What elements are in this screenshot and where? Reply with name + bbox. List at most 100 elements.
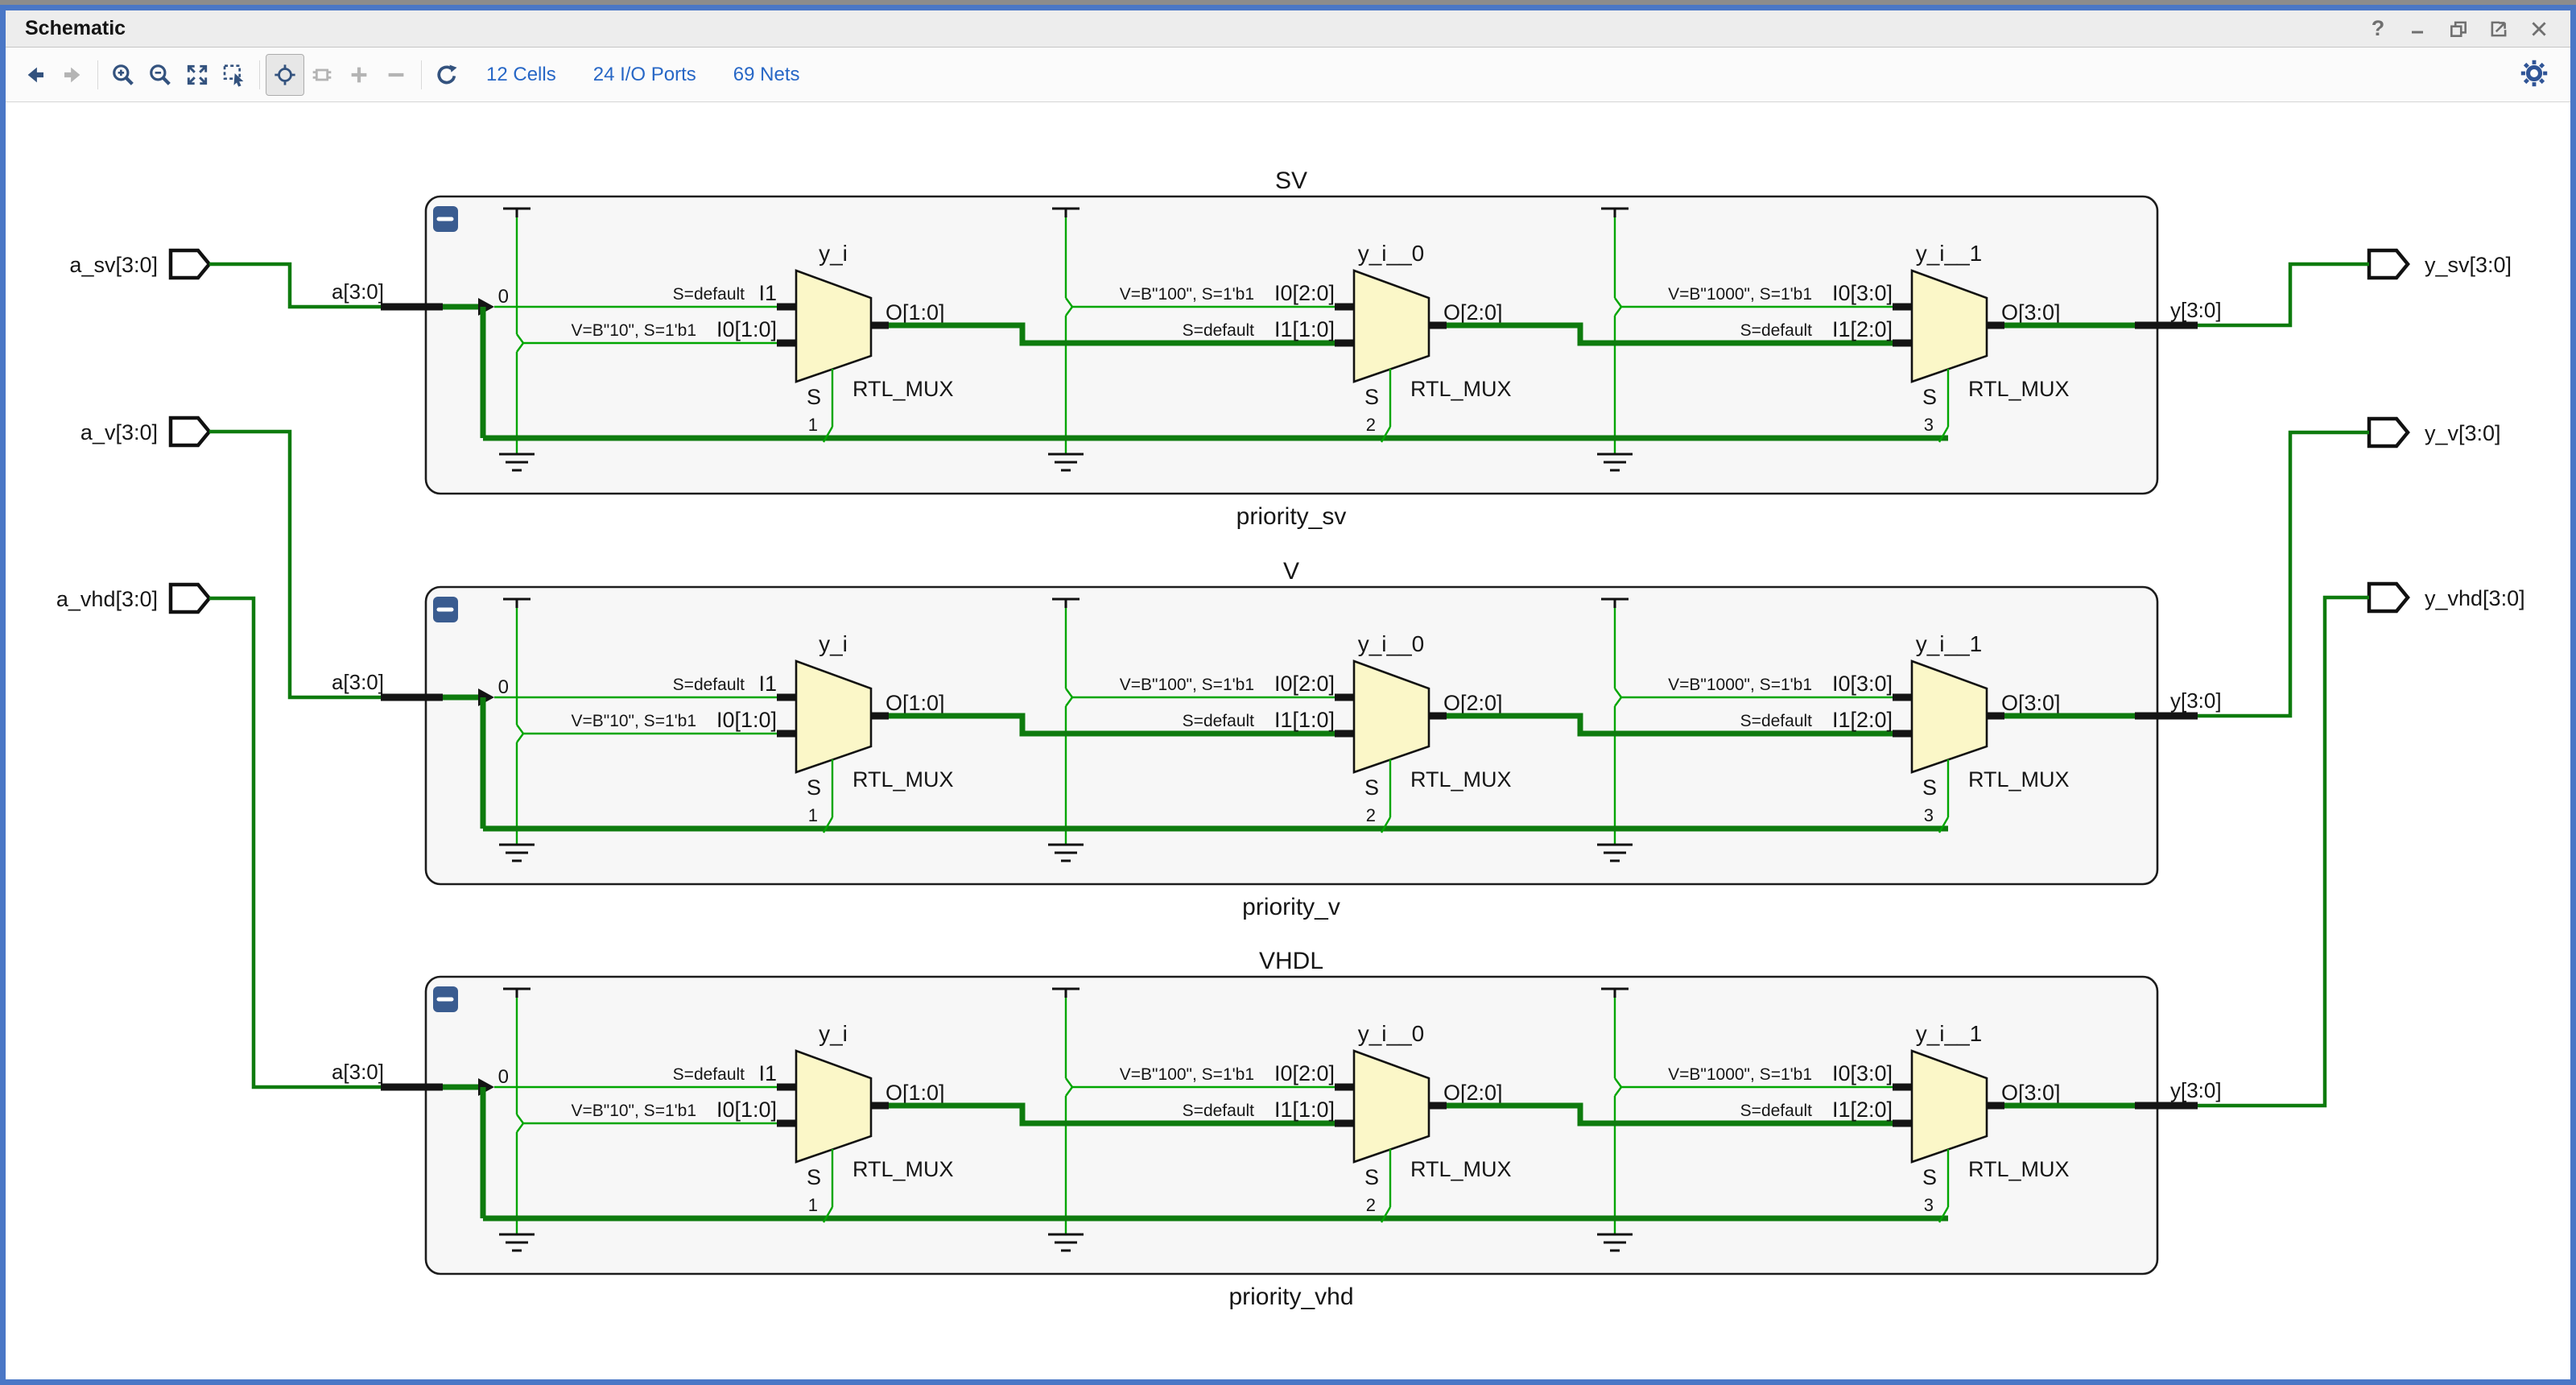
cell-type: RTL_MUX — [1410, 1157, 1512, 1181]
autofit-selection-button[interactable] — [266, 55, 303, 95]
cell-name: y_i__0 — [1358, 1021, 1425, 1046]
sel-pin-label: S — [807, 1165, 821, 1189]
block-instance-label: priority_sv — [1236, 503, 1347, 530]
net-y_sv[interactable] — [2198, 264, 2369, 325]
cell-type: RTL_MUX — [1410, 767, 1512, 792]
cell-type: RTL_MUX — [1410, 377, 1512, 401]
zoom-fit-button[interactable] — [179, 55, 216, 95]
block-title: V — [1283, 558, 1299, 585]
sel-pin-label: S — [807, 775, 821, 800]
sel-index: 3 — [1924, 1195, 1934, 1215]
output-port-y_vhd[interactable]: y_vhd[3:0] — [2369, 584, 2525, 611]
pin-label: I0[3:0] — [1832, 1061, 1893, 1085]
pin-prop: S=default — [1183, 1102, 1254, 1120]
net-out-label: y[3:0] — [2170, 1078, 2222, 1102]
pin-label: I1[2:0] — [1832, 1098, 1893, 1122]
float-icon[interactable] — [2446, 17, 2471, 41]
sel-index: 3 — [1924, 415, 1934, 435]
pin-label: O[3:0] — [2001, 300, 2061, 325]
port-label: a_v[3:0] — [80, 420, 158, 444]
pin-label: O[2:0] — [1443, 300, 1503, 325]
cell-type: RTL_MUX — [852, 767, 954, 792]
input-port-a_sv[interactable]: a_sv[3:0] — [69, 250, 209, 278]
pin-prop: S=default — [1183, 321, 1254, 340]
toolbar-separator — [97, 60, 98, 89]
net-y_v[interactable] — [2198, 432, 2369, 716]
block-instance-label: priority_v — [1242, 894, 1340, 920]
sel-pin-label: S — [1922, 775, 1937, 800]
expand-cone-button — [303, 55, 341, 95]
expand-button — [341, 55, 378, 95]
help-icon[interactable]: ? — [2366, 17, 2390, 41]
io-ports-link[interactable]: 24 I/O Ports — [593, 64, 696, 86]
toolbar-separator — [421, 60, 422, 89]
nets-link[interactable]: 69 Nets — [733, 64, 800, 86]
cell-name: y_i — [819, 1021, 848, 1046]
block-priority_v[interactable]: V priority_v — [332, 558, 2222, 920]
pin-label: I0[2:0] — [1274, 672, 1335, 696]
toolbar-links: 12 Cells 24 I/O Ports 69 Nets — [486, 64, 837, 86]
zoom-out-button[interactable] — [142, 55, 179, 95]
gear-icon[interactable] — [2516, 55, 2553, 92]
pin-label: O[2:0] — [1443, 691, 1503, 715]
block-priority_vhd[interactable]: VHDL priority_vhd — [332, 948, 2222, 1310]
pin-prop: S=default — [1740, 1102, 1812, 1120]
collapse-button[interactable] — [433, 206, 458, 232]
cells-link[interactable]: 12 Cells — [486, 64, 556, 86]
sel-pin-label: S — [1364, 385, 1379, 409]
output-port-y_sv[interactable]: y_sv[3:0] — [2369, 250, 2512, 278]
pin-label: O[1:0] — [886, 1081, 945, 1105]
input-port-a_vhd[interactable]: a_vhd[3:0] — [56, 585, 209, 612]
pin-label: O[2:0] — [1443, 1081, 1503, 1105]
toolbar-separator — [259, 60, 260, 89]
pin-label: I0[1:0] — [716, 1098, 777, 1122]
pin-label: I0[3:0] — [1832, 281, 1893, 305]
minimize-icon[interactable] — [2406, 17, 2430, 41]
port-label: a_vhd[3:0] — [56, 587, 158, 611]
pin-prop: V=B"1000", S=1'b1 — [1668, 285, 1812, 304]
title-bar: Schematic ? — [6, 10, 2570, 48]
pin-label: O[1:0] — [886, 691, 945, 715]
regenerate-button[interactable] — [428, 55, 465, 95]
schematic-canvas[interactable]: a_sv[3:0] a_v[3:0] a_vhd[3:0] y_sv[3:0] … — [6, 102, 2570, 1379]
cell-name: y_i__0 — [1358, 241, 1425, 266]
pin-label: I1 — [758, 281, 777, 305]
sel-index: 2 — [1366, 805, 1376, 825]
close-icon[interactable] — [2527, 17, 2551, 41]
cell-type: RTL_MUX — [852, 377, 954, 401]
block-priority_sv[interactable]: SV priority_sv — [332, 167, 2222, 530]
pin-prop: S=default — [1183, 712, 1254, 730]
back-button[interactable] — [17, 55, 54, 95]
net-in-label: a[3:0] — [332, 1060, 384, 1084]
port-label: y_sv[3:0] — [2425, 253, 2512, 277]
window-title: Schematic — [25, 17, 126, 40]
zoom-to-selection-button[interactable] — [216, 55, 253, 95]
pin-prop: S=default — [1740, 321, 1812, 340]
cell-name: y_i__1 — [1916, 1021, 1983, 1046]
sel-pin-label: S — [807, 385, 821, 409]
collapse-button[interactable] — [433, 986, 458, 1012]
cell-name: y_i — [819, 631, 848, 656]
schematic-svg[interactable]: a_sv[3:0] a_v[3:0] a_vhd[3:0] y_sv[3:0] … — [6, 102, 2570, 1379]
pin-prop: S=default — [1740, 712, 1812, 730]
sel-index: 1 — [808, 805, 818, 825]
pin-label: I0[1:0] — [716, 317, 777, 341]
pin-prop: V=B"10", S=1'b1 — [571, 321, 696, 340]
input-port-a_v[interactable]: a_v[3:0] — [80, 418, 209, 445]
maximize-icon[interactable] — [2487, 17, 2511, 41]
net-y_vhd[interactable] — [2198, 597, 2369, 1106]
pin-label: O[1:0] — [886, 300, 945, 325]
net-a_v[interactable] — [209, 432, 381, 697]
collapse-toolbar-button — [378, 55, 415, 95]
zoom-in-button[interactable] — [105, 55, 142, 95]
block-title: VHDL — [1259, 948, 1323, 974]
pin-prop: V=B"1000", S=1'b1 — [1668, 1065, 1812, 1084]
pin-prop: S=default — [673, 676, 745, 694]
sel-index: 1 — [808, 415, 818, 435]
output-port-y_v[interactable]: y_v[3:0] — [2369, 419, 2501, 446]
collapse-button[interactable] — [433, 597, 458, 622]
block-title: SV — [1275, 167, 1307, 194]
pin-label: I0[1:0] — [716, 708, 777, 732]
pin-prop: V=B"100", S=1'b1 — [1120, 676, 1254, 694]
sel-index: 2 — [1366, 1195, 1376, 1215]
